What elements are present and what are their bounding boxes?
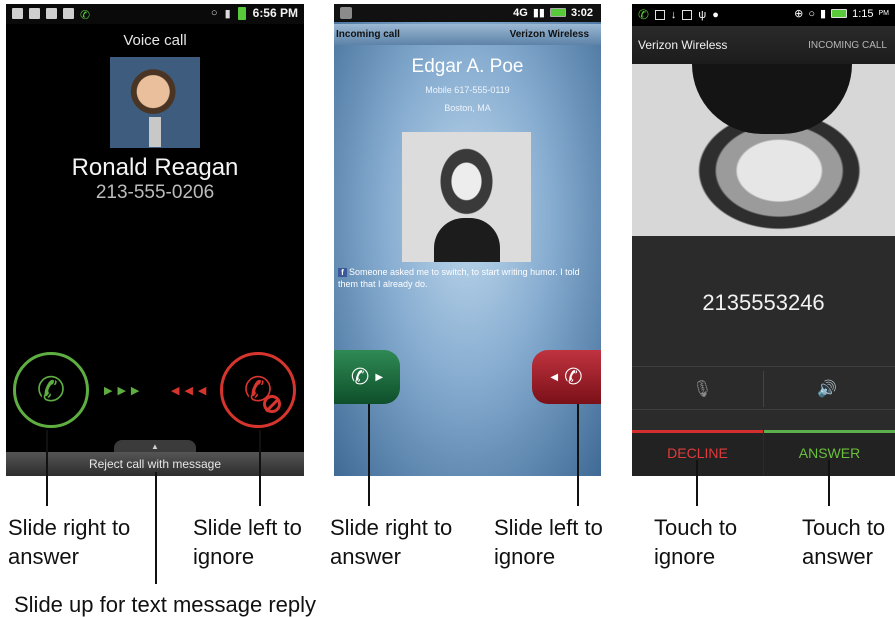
- wifi-icon: ○: [808, 7, 816, 20]
- caller-mobile: Mobile 617-555-0119: [425, 85, 510, 95]
- status-time: 1:15: [852, 7, 874, 20]
- app-notification-icon: [340, 7, 352, 19]
- incoming-call-label: Incoming call: [336, 29, 400, 40]
- ignore-slider-button[interactable]: ◀ ✆: [532, 350, 601, 404]
- wifi-icon: ○: [210, 7, 218, 19]
- download-icon: ↓: [670, 9, 677, 21]
- caller-name: Edgar A. Poe: [411, 56, 524, 77]
- status-bar: ✆ ↓ ψ ● ⊕ ○ ▮ 1:15 PM: [632, 4, 895, 26]
- slide-left-arrows-icon: ◀◀◀: [171, 385, 212, 397]
- missed-call-icon: ✆: [80, 8, 91, 22]
- signal-icon: ▮: [224, 7, 231, 20]
- callout-p1-answer: Slide right to answer: [8, 515, 131, 569]
- callout-line: [46, 430, 48, 506]
- ignore-slider-button[interactable]: ✆: [220, 352, 296, 428]
- callout-line: [259, 430, 261, 506]
- status-time: 6:56 PM: [252, 6, 298, 20]
- status-ampm: PM: [878, 10, 890, 17]
- status-text: Someone asked me to switch, to start wri…: [338, 267, 580, 289]
- slide-right-arrows-icon: ▶▶▶: [104, 385, 145, 397]
- speaker-icon[interactable]: 🔊: [817, 379, 837, 399]
- mute-mic-icon[interactable]: 🎙: [692, 379, 712, 399]
- mail-icon: [29, 8, 40, 19]
- callout-p2-answer: Slide right to answer: [330, 515, 453, 569]
- phone-answer-icon: ✆: [350, 364, 370, 389]
- phone-answer-icon: ✆: [36, 371, 66, 409]
- phone-hangup-icon: ✆: [564, 364, 583, 389]
- callout-p3-answer: Touch to answer: [802, 515, 886, 569]
- block-icon: [263, 395, 281, 413]
- phone-htc-incoming-call: ✆ ↓ ψ ● ⊕ ○ ▮ 1:15 PM Verizon Wireless I…: [632, 4, 895, 476]
- callout-p1-text-reply: Slide up for text message reply: [14, 592, 317, 617]
- battery-icon: [831, 9, 848, 18]
- call-tools-row: 🎙 🔊: [632, 366, 895, 410]
- caller-photo: [632, 64, 895, 236]
- callout-line: [368, 404, 370, 506]
- notification-icon: [46, 8, 57, 19]
- caller-number: 2135553246: [702, 290, 825, 315]
- call-type-title: Voice call: [123, 32, 187, 49]
- call-header-bar: Incoming call Verizon Wireless: [334, 24, 601, 45]
- caller-photo: [402, 132, 531, 262]
- code-icon: [682, 10, 693, 20]
- status-bar: ✆ ○ ▮ 6:56 PM: [6, 4, 304, 24]
- phone-samsung-incoming-call: ✆ ○ ▮ 6:56 PM Voice call Ronald Reagan 2…: [6, 4, 304, 476]
- calendar-icon: [12, 8, 23, 19]
- callout-line: [828, 460, 830, 506]
- arrow-right-icon: ▶: [375, 371, 384, 383]
- signal-icon: ▮: [820, 8, 827, 20]
- callout-p1-ignore: Slide left to ignore: [193, 515, 302, 569]
- phone-motorola-incoming-call: 4G ▮▮ 3:02 Incoming call Verizon Wireles…: [334, 4, 601, 476]
- notification-icons: ✆: [12, 8, 90, 22]
- android-icon: ●: [712, 9, 719, 21]
- call-icon: ✆: [638, 7, 649, 22]
- status-bar: 4G ▮▮ 3:02: [334, 4, 601, 22]
- chat-icon: [63, 8, 74, 19]
- chevron-up-icon: ▲: [151, 442, 159, 451]
- signal-icon: ▮▮: [532, 7, 545, 19]
- carrier-label: Verizon Wireless: [509, 29, 589, 40]
- answer-slider-button[interactable]: ✆ ▶: [334, 350, 400, 404]
- callout-p3-ignore: Touch to ignore: [654, 515, 738, 569]
- answer-slider-button[interactable]: ✆: [13, 352, 89, 428]
- carrier-label: Verizon Wireless: [638, 38, 728, 52]
- call-header-bar: Verizon Wireless INCOMING CALL: [632, 26, 895, 64]
- gps-icon: ⊕: [794, 8, 804, 20]
- social-status-update: f Someone asked me to switch, to start wr…: [338, 266, 600, 290]
- incoming-call-label: INCOMING CALL: [808, 40, 887, 51]
- facebook-icon: f: [338, 268, 347, 277]
- callout-line: [577, 404, 579, 506]
- battery-icon: [237, 6, 246, 20]
- caller-name: Ronald Reagan: [71, 154, 239, 181]
- network-4g-label: 4G: [513, 6, 528, 19]
- callout-p2-ignore: Slide left to ignore: [494, 515, 603, 569]
- battery-icon: [549, 8, 566, 17]
- callout-line: [155, 472, 157, 584]
- callout-line: [696, 460, 698, 506]
- usb-icon: ψ: [698, 9, 707, 21]
- divider: [763, 371, 764, 407]
- status-time: 3:02: [570, 6, 593, 19]
- notification-icon: [654, 10, 665, 20]
- arrow-left-icon: ◀: [550, 371, 559, 383]
- caller-photo: [110, 57, 200, 148]
- caller-city: Boston, MA: [444, 103, 491, 113]
- caller-number: 213-555-0206: [95, 182, 215, 203]
